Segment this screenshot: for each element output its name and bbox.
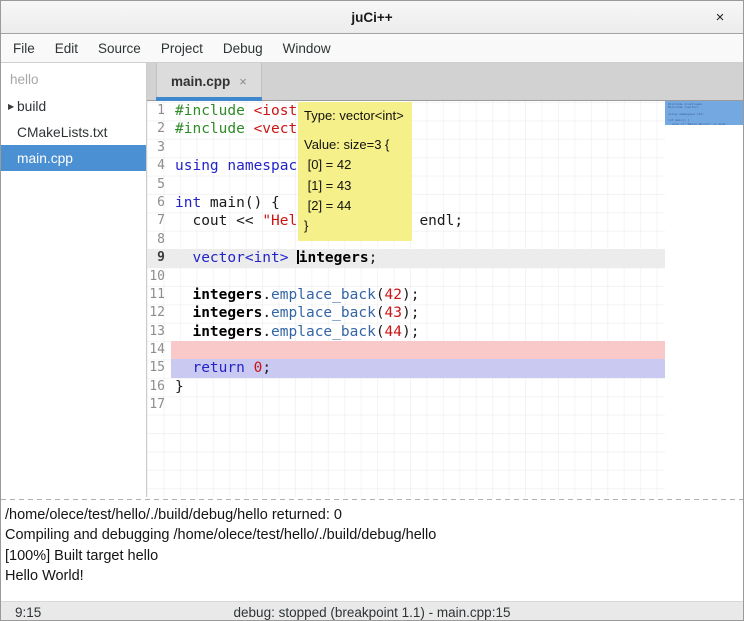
line-number[interactable]: 3 — [147, 139, 171, 157]
code-text — [171, 341, 665, 359]
file-tree-panel: hello ▶build CMakeLists.txt main.cpp — [1, 63, 147, 497]
code-line[interactable]: 11 integers.emplace_back(42); — [147, 286, 665, 304]
code-text: return 0; — [171, 359, 665, 377]
line-number[interactable]: 11 — [147, 286, 171, 304]
menubar: FileEditSourceProjectDebugWindow — [1, 34, 743, 63]
code-line[interactable]: 13 integers.emplace_back(44); — [147, 323, 665, 341]
titlebar[interactable]: juCi++ × — [1, 1, 743, 34]
debug-value-tooltip: Type: vector<int> Value: size=3 { [0] = 4… — [298, 102, 412, 241]
menu-project[interactable]: Project — [151, 36, 213, 61]
line-number[interactable]: 13 — [147, 323, 171, 341]
tree-item-label: build — [17, 99, 46, 114]
tooltip-gap — [304, 126, 406, 135]
code-text — [171, 396, 665, 414]
line-number[interactable]: 2 — [147, 120, 171, 138]
expander-icon[interactable]: ▶ — [1, 102, 17, 111]
code-text: vector<int> integers; — [171, 249, 665, 267]
line-number[interactable]: 12 — [147, 304, 171, 322]
tab-label: main.cpp — [171, 74, 230, 89]
code-text — [171, 268, 665, 286]
menu-edit[interactable]: Edit — [45, 36, 88, 61]
code-text: int main() { — [171, 194, 665, 212]
line-number[interactable]: 7 — [147, 212, 171, 230]
tooltip-line: [2] = 44 — [304, 196, 406, 216]
line-number[interactable]: 4 — [147, 157, 171, 175]
code-text: #include <iostream> — [171, 102, 665, 120]
minimap-viewport[interactable]: #include <iostream> #include <vector> us… — [665, 101, 744, 125]
dashed-divider — [1, 499, 743, 500]
tab-close-icon[interactable]: × — [239, 74, 247, 89]
file-tree: ▶build CMakeLists.txt main.cpp — [1, 93, 146, 171]
terminal-line: Compiling and debugging /home/olece/test… — [5, 525, 739, 545]
code-text: integers.emplace_back(44); — [171, 323, 665, 341]
code-text: integers.emplace_back(43); — [171, 304, 665, 322]
cursor-position: 9:15 — [15, 605, 41, 620]
code-line[interactable]: 14 — [147, 341, 665, 359]
line-number[interactable]: 5 — [147, 176, 171, 194]
menu-file[interactable]: File — [3, 36, 45, 61]
code-text: using namespace std; — [171, 157, 665, 175]
line-number[interactable]: 1 — [147, 102, 171, 120]
code-line[interactable]: 16} — [147, 378, 665, 396]
tab-main-cpp[interactable]: main.cpp × — [156, 63, 262, 100]
tree-item-label: CMakeLists.txt — [17, 125, 107, 140]
line-number[interactable]: 10 — [147, 268, 171, 286]
tooltip-line: } — [304, 216, 406, 236]
tree-item-cmakelists-txt[interactable]: CMakeLists.txt — [1, 119, 146, 145]
code-line[interactable]: 10 — [147, 268, 665, 286]
line-number[interactable]: 17 — [147, 396, 171, 414]
line-number[interactable]: 6 — [147, 194, 171, 212]
code-line[interactable]: 17 — [147, 396, 665, 414]
tree-item-label: main.cpp — [17, 151, 73, 166]
debug-status: debug: stopped (breakpoint 1.1) - main.c… — [1, 605, 743, 620]
close-icon[interactable]: × — [710, 8, 730, 28]
menu-window[interactable]: Window — [273, 36, 341, 61]
app-window: juCi++ × FileEditSourceProjectDebugWindo… — [0, 0, 744, 621]
terminal-line: Hello World! — [5, 566, 739, 586]
code-line[interactable]: 15 return 0; — [147, 359, 665, 377]
project-name: hello — [1, 63, 146, 93]
code-text — [171, 139, 665, 157]
code-text: #include <vector> — [171, 120, 665, 138]
line-number[interactable]: 16 — [147, 378, 171, 396]
code-line[interactable]: 12 integers.emplace_back(43); — [147, 304, 665, 322]
line-number[interactable]: 15 — [147, 359, 171, 377]
window-title: juCi++ — [351, 10, 392, 25]
tooltip-line: Type: vector<int> — [304, 106, 406, 126]
tooltip-line: Value: size=3 { — [304, 135, 406, 155]
terminal-line: [100%] Built target hello — [5, 546, 739, 566]
menu-source[interactable]: Source — [88, 36, 151, 61]
code-text — [171, 176, 665, 194]
code-text: integers.emplace_back(42); — [171, 286, 665, 304]
code-line[interactable]: 9 vector<int> integers; — [147, 249, 665, 267]
line-number[interactable]: 9 — [147, 249, 171, 267]
code-text — [171, 231, 665, 249]
terminal-output[interactable]: /home/olece/test/hello/./build/debug/hel… — [1, 502, 743, 601]
tree-item-main-cpp[interactable]: main.cpp — [1, 145, 146, 171]
editor: 1#include <iostream>2#include <vector>34… — [147, 101, 744, 497]
line-number[interactable]: 8 — [147, 231, 171, 249]
statusbar: 9:15 debug: stopped (breakpoint 1.1) - m… — [1, 601, 743, 621]
tabstrip: main.cpp × — [147, 63, 744, 101]
tree-item-build[interactable]: ▶build — [1, 93, 146, 119]
terminal-line: /home/olece/test/hello/./build/debug/hel… — [5, 505, 739, 525]
minimap[interactable]: #include <iostream> #include <vector> us… — [665, 101, 744, 497]
code-text: cout << "Hello World!" << endl; — [171, 212, 665, 230]
code-text: } — [171, 378, 665, 396]
tooltip-line: [1] = 43 — [304, 176, 406, 196]
line-number[interactable]: 14 — [147, 341, 171, 359]
menu-debug[interactable]: Debug — [213, 36, 273, 61]
tooltip-line: [0] = 42 — [304, 155, 406, 175]
